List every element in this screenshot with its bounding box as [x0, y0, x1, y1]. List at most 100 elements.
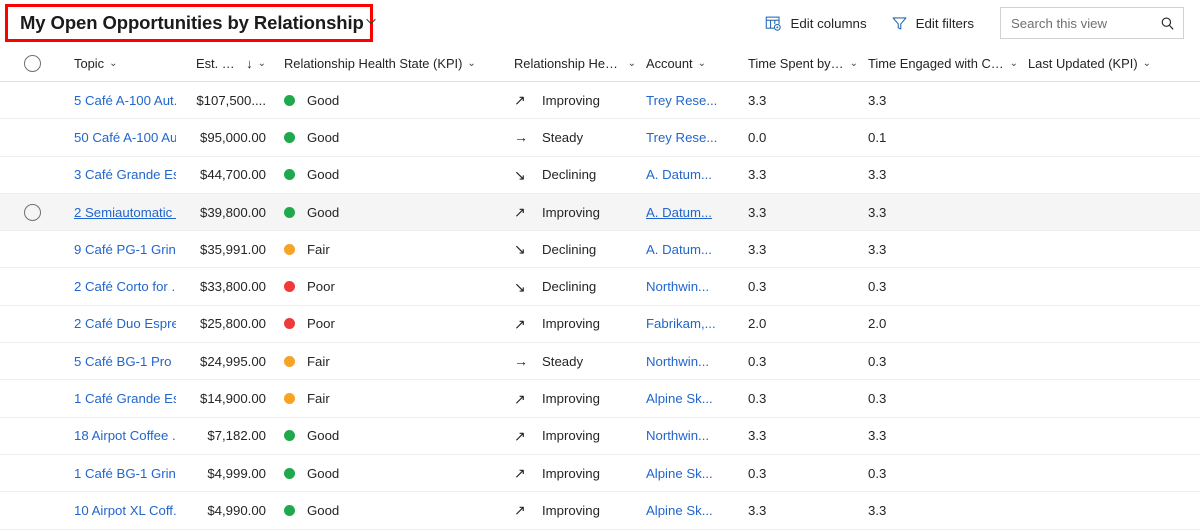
- cell-topic[interactable]: 2 Café Duo Espre...: [64, 316, 184, 331]
- chevron-down-icon[interactable]: ⌄: [1010, 59, 1018, 69]
- cell-topic[interactable]: 9 Café PG-1 Grin...: [64, 242, 184, 257]
- cell-topic[interactable]: 50 Café A-100 Au...: [64, 130, 184, 145]
- search-box[interactable]: [1000, 7, 1184, 39]
- table-row[interactable]: 18 Airpot Coffee ...$7,182.00Good↗Improv…: [0, 418, 1200, 455]
- column-header-topic[interactable]: Topic ⌄: [64, 56, 184, 71]
- topic-link[interactable]: 3 Café Grande Es...: [74, 167, 176, 182]
- chevron-down-icon[interactable]: [364, 14, 378, 32]
- select-all-checkbox[interactable]: [24, 55, 41, 72]
- account-link[interactable]: Alpine Sk...: [646, 466, 713, 481]
- cell-account[interactable]: A. Datum...: [644, 205, 746, 220]
- account-link[interactable]: Northwin...: [646, 354, 709, 369]
- row-select-cell[interactable]: [0, 129, 64, 146]
- account-link[interactable]: Fabrikam,...: [646, 316, 716, 331]
- cell-topic[interactable]: 18 Airpot Coffee ...: [64, 428, 184, 443]
- cell-topic[interactable]: 1 Café Grande Es...: [64, 391, 184, 406]
- health-trend-label: Declining: [542, 242, 596, 257]
- topic-link[interactable]: 1 Café BG-1 Grin...: [74, 466, 176, 481]
- topic-link[interactable]: 2 Café Corto for ...: [74, 279, 176, 294]
- column-header-relationship-health-trend[interactable]: Relationship Health ... ⌄: [504, 56, 644, 71]
- row-select-cell[interactable]: [0, 427, 64, 444]
- row-select-cell[interactable]: [0, 204, 64, 221]
- chevron-down-icon[interactable]: ⌄: [109, 59, 117, 69]
- account-link[interactable]: Trey Rese...: [646, 130, 717, 145]
- chevron-down-icon[interactable]: ⌄: [698, 59, 706, 69]
- edit-columns-button[interactable]: Edit columns: [753, 7, 878, 39]
- account-link[interactable]: A. Datum...: [646, 167, 712, 182]
- row-select-cell[interactable]: [0, 92, 64, 109]
- row-select-checkbox[interactable]: [24, 204, 41, 221]
- row-select-cell[interactable]: [0, 241, 64, 258]
- table-row[interactable]: 1 Café BG-1 Grin...$4,999.00Good↗Improvi…: [0, 455, 1200, 492]
- cell-topic[interactable]: 3 Café Grande Es...: [64, 167, 184, 182]
- cell-topic[interactable]: 2 Semiautomatic ...: [64, 205, 184, 220]
- cell-account[interactable]: Fabrikam,...: [644, 316, 746, 331]
- cell-account[interactable]: Northwin...: [644, 279, 746, 294]
- table-row[interactable]: 1 Café Grande Es...$14,900.00Fair↗Improv…: [0, 380, 1200, 417]
- column-header-time-engaged[interactable]: Time Engaged with Cust... ⌄: [866, 56, 1026, 71]
- account-link[interactable]: Northwin...: [646, 279, 709, 294]
- account-link[interactable]: Trey Rese...: [646, 93, 717, 108]
- row-select-cell[interactable]: [0, 502, 64, 519]
- cell-account[interactable]: Alpine Sk...: [644, 391, 746, 406]
- row-select-cell[interactable]: [0, 353, 64, 370]
- row-select-cell[interactable]: [0, 315, 64, 332]
- account-link[interactable]: Alpine Sk...: [646, 503, 713, 518]
- topic-link[interactable]: 9 Café PG-1 Grin...: [74, 242, 176, 257]
- cell-topic[interactable]: 1 Café BG-1 Grin...: [64, 466, 184, 481]
- cell-account[interactable]: Northwin...: [644, 354, 746, 369]
- cell-account[interactable]: A. Datum...: [644, 242, 746, 257]
- search-icon[interactable]: [1160, 16, 1175, 31]
- row-select-cell[interactable]: [0, 278, 64, 295]
- topic-link[interactable]: 2 Semiautomatic ...: [74, 205, 176, 220]
- chevron-down-icon[interactable]: ⌄: [850, 59, 858, 69]
- topic-link[interactable]: 18 Airpot Coffee ...: [74, 428, 176, 443]
- table-row[interactable]: 2 Semiautomatic ...$39,800.00Good↗Improv…: [0, 194, 1200, 231]
- topic-link[interactable]: 2 Café Duo Espre...: [74, 316, 176, 331]
- table-row[interactable]: 5 Café A-100 Aut...$107,500....Good↗Impr…: [0, 82, 1200, 119]
- column-header-relationship-health-state[interactable]: Relationship Health State (KPI) ⌄: [274, 56, 504, 71]
- topic-link[interactable]: 5 Café A-100 Aut...: [74, 93, 176, 108]
- cell-topic[interactable]: 10 Airpot XL Coff...: [64, 503, 184, 518]
- table-row[interactable]: 2 Café Duo Espre...$25,800.00Poor↗Improv…: [0, 306, 1200, 343]
- sort-descending-icon[interactable]: ↓: [246, 57, 253, 70]
- table-row[interactable]: 50 Café A-100 Au...$95,000.00Good→Steady…: [0, 119, 1200, 156]
- column-header-last-updated[interactable]: Last Updated (KPI) ⌄: [1026, 56, 1196, 71]
- row-select-cell[interactable]: [0, 166, 64, 183]
- cell-account[interactable]: Northwin...: [644, 428, 746, 443]
- cell-topic[interactable]: 5 Café BG-1 Pro ...: [64, 354, 184, 369]
- table-row[interactable]: 5 Café BG-1 Pro ...$24,995.00Fair→Steady…: [0, 343, 1200, 380]
- chevron-down-icon[interactable]: ⌄: [628, 59, 636, 69]
- table-row[interactable]: 9 Café PG-1 Grin...$35,991.00Fair↘Declin…: [0, 231, 1200, 268]
- account-link[interactable]: A. Datum...: [646, 242, 712, 257]
- cell-account[interactable]: Alpine Sk...: [644, 503, 746, 518]
- topic-link[interactable]: 1 Café Grande Es...: [74, 391, 176, 406]
- select-all-cell[interactable]: [0, 55, 64, 72]
- cell-topic[interactable]: 2 Café Corto for ...: [64, 279, 184, 294]
- chevron-down-icon[interactable]: ⌄: [467, 59, 475, 69]
- column-header-account[interactable]: Account ⌄: [644, 56, 746, 71]
- column-header-est-revenue[interactable]: Est. Re... ↓ ⌄: [184, 56, 274, 71]
- view-selector[interactable]: My Open Opportunities by Relationship: [5, 4, 373, 42]
- account-link[interactable]: A. Datum...: [646, 205, 712, 220]
- cell-account[interactable]: A. Datum...: [644, 167, 746, 182]
- search-input[interactable]: [1011, 16, 1156, 31]
- row-select-cell[interactable]: [0, 465, 64, 482]
- column-header-time-spent[interactable]: Time Spent by T... ⌄: [746, 56, 866, 71]
- cell-account[interactable]: Alpine Sk...: [644, 466, 746, 481]
- topic-link[interactable]: 10 Airpot XL Coff...: [74, 503, 176, 518]
- chevron-down-icon[interactable]: ⌄: [1143, 59, 1151, 69]
- edit-filters-button[interactable]: Edit filters: [879, 7, 986, 39]
- cell-account[interactable]: Trey Rese...: [644, 130, 746, 145]
- account-link[interactable]: Northwin...: [646, 428, 709, 443]
- topic-link[interactable]: 50 Café A-100 Au...: [74, 130, 176, 145]
- topic-link[interactable]: 5 Café BG-1 Pro ...: [74, 354, 176, 369]
- cell-topic[interactable]: 5 Café A-100 Aut...: [64, 93, 184, 108]
- table-row[interactable]: 2 Café Corto for ...$33,800.00Poor↘Decli…: [0, 268, 1200, 305]
- account-link[interactable]: Alpine Sk...: [646, 391, 713, 406]
- table-row[interactable]: 3 Café Grande Es...$44,700.00Good↘Declin…: [0, 157, 1200, 194]
- chevron-down-icon[interactable]: ⌄: [258, 59, 266, 69]
- table-row[interactable]: 10 Airpot XL Coff...$4,990.00Good↗Improv…: [0, 492, 1200, 529]
- row-select-cell[interactable]: [0, 390, 64, 407]
- cell-account[interactable]: Trey Rese...: [644, 93, 746, 108]
